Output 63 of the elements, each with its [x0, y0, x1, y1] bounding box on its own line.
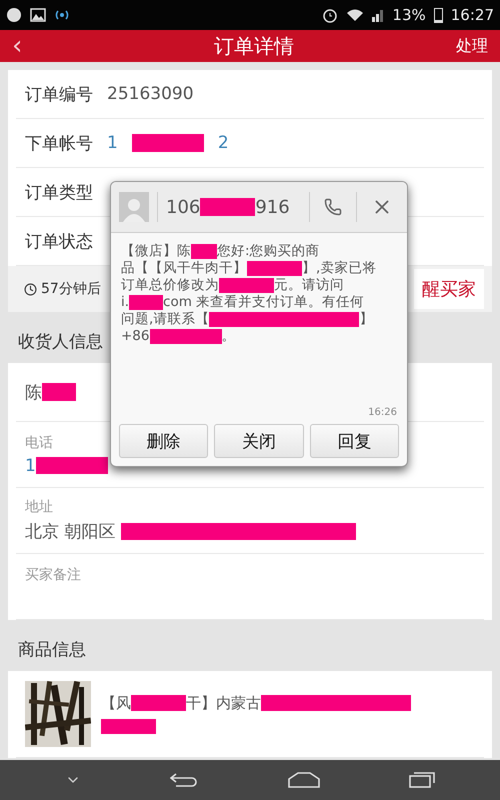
section-title: 收货人信息 [18, 331, 103, 353]
field-label: 订单类型 [25, 182, 93, 204]
avatar-icon [119, 192, 149, 222]
battery-percent: 13% [392, 6, 426, 24]
redaction-block [247, 261, 302, 276]
recipient-name: 陈 [25, 382, 42, 404]
redaction-block [219, 278, 274, 293]
message-text: 订单总价修改为 [121, 277, 219, 294]
hotspot-icon [54, 8, 70, 22]
alarm-icon [322, 7, 338, 23]
countdown-text: 57分钟后 [41, 280, 101, 298]
popup-button[interactable]: 关闭 [214, 424, 304, 458]
field-value: 2 [218, 133, 229, 153]
back-button[interactable]: ‹ [12, 31, 52, 61]
redaction-block [150, 329, 222, 344]
field-value: 1 [107, 133, 118, 153]
phone-icon [324, 198, 342, 216]
home-icon[interactable] [288, 772, 320, 788]
message-text: 】,卖家已将 [302, 260, 376, 277]
remind-buyer-button[interactable]: 醒买家 [414, 269, 484, 309]
wifi-icon [346, 8, 364, 22]
field-label: 电话 [25, 434, 53, 452]
field-value: 25163090 [107, 84, 194, 104]
field-label: 订单编号 [25, 84, 93, 106]
image-icon [30, 8, 46, 22]
redaction-block [131, 695, 186, 711]
battery-icon [434, 7, 443, 23]
page-title: 订单详情 [213, 32, 295, 60]
message-text: +86 [121, 328, 150, 345]
signal-icon [372, 8, 384, 22]
clock-time: 16:27 [450, 6, 494, 24]
redaction-block [129, 295, 164, 310]
message-time: 16:26 [367, 406, 398, 420]
redaction-block [42, 383, 76, 401]
back-icon[interactable] [170, 772, 198, 788]
field-label: 地址 [25, 498, 53, 516]
message-text: i. [121, 294, 130, 311]
message-text: 【微店】陈 [121, 243, 191, 260]
clock-icon [24, 282, 37, 296]
sender-number: 916 [255, 196, 290, 218]
message-text: 问题,请联系【 [121, 311, 210, 328]
redaction-block [191, 244, 217, 259]
field-label: 下单帐号 [25, 132, 93, 154]
field-value: 1 [25, 456, 36, 476]
product-title: 干】内蒙古 [186, 694, 261, 713]
message-text: 元。请访问 [274, 277, 344, 294]
sender-number: 106 [166, 196, 200, 218]
message-text: 品【【风干牛肉干】 [121, 260, 247, 277]
field-value: 北京 朝阳区 [25, 521, 116, 543]
message-text: 您好:您购买的商 [217, 243, 320, 260]
popup-button[interactable]: 删除 [119, 424, 208, 458]
field-label: 买家备注 [25, 566, 81, 584]
message-text: 】 [359, 311, 374, 328]
section-title: 商品信息 [18, 639, 86, 661]
field-label: 订单状态 [25, 230, 93, 252]
process-button[interactable]: 处理 [456, 36, 488, 56]
message-text: 。 [222, 328, 236, 345]
popup-button[interactable]: 回复 [310, 424, 399, 458]
message-text: com 来查看并支付订单。有任何 [163, 294, 364, 311]
redaction-block [200, 198, 256, 216]
product-title: 【风 [101, 694, 131, 713]
redaction-block [101, 718, 156, 734]
recent-apps-icon[interactable] [409, 772, 436, 788]
